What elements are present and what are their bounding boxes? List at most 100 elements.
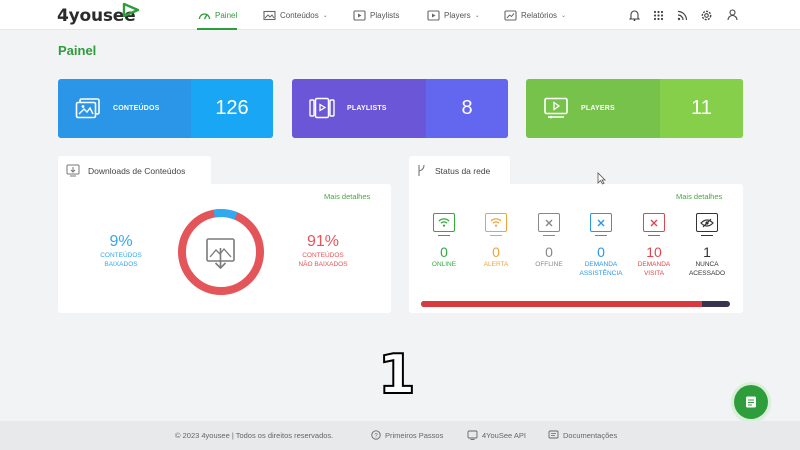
x-monitor-icon bbox=[643, 213, 665, 236]
network-status-bar bbox=[421, 301, 730, 307]
network-status-item[interactable]: 1 NUNCA ACESSADO bbox=[684, 213, 730, 278]
network-status-label-line1: DEMANDA bbox=[584, 261, 618, 268]
top-navbar: 4yousee Painel Conteúdos ⌄ Playlists Pla… bbox=[0, 0, 800, 30]
images-icon bbox=[262, 8, 276, 22]
chevron-down-icon: ⌄ bbox=[474, 12, 480, 19]
stat-value: 8 bbox=[426, 79, 508, 138]
downloaded-percent: 9% bbox=[109, 233, 133, 250]
stat-card-playlists[interactable]: PLAYLISTS 8 bbox=[292, 79, 508, 138]
stat-value: 126 bbox=[191, 79, 273, 138]
player-icon bbox=[426, 8, 440, 22]
chart-icon bbox=[503, 8, 517, 22]
network-status-bar-red bbox=[421, 301, 702, 307]
not-downloaded-percent: 91% bbox=[306, 233, 340, 250]
notes-fab-button[interactable] bbox=[734, 385, 768, 419]
download-image-icon bbox=[206, 238, 235, 270]
not-downloaded-label-line1: CONTEÚDOS bbox=[302, 252, 344, 259]
network-status-item[interactable]: 0 DEMANDA ASSISTÊNCIA bbox=[578, 213, 624, 278]
network-status-count: 10 bbox=[646, 244, 662, 260]
gear-icon[interactable] bbox=[699, 8, 713, 22]
network-status-label-line2: ASSISTÊNCIA bbox=[579, 270, 623, 277]
nav-playlists[interactable]: Playlists bbox=[352, 0, 399, 30]
playlist-icon bbox=[309, 97, 335, 121]
logo-play-icon bbox=[122, 3, 140, 17]
bell-icon[interactable] bbox=[627, 8, 641, 22]
images-icon bbox=[75, 97, 101, 121]
network-status-count: 0 bbox=[492, 244, 500, 260]
nav-playlists-label: Playlists bbox=[370, 10, 400, 20]
network-status-item[interactable]: 0 ONLINE bbox=[421, 213, 467, 269]
downloads-panel-tab: Downloads de Conteúdos bbox=[58, 156, 211, 186]
nav-relatorios[interactable]: Relatórios ⌄ bbox=[503, 0, 566, 30]
downloads-donut-chart bbox=[178, 209, 264, 295]
footer: © 2023 4yousee | Todos os direitos reser… bbox=[0, 421, 800, 450]
help-icon: ? bbox=[371, 430, 381, 440]
nav-relatorios-label: Relatórios bbox=[521, 10, 558, 20]
overlay-step-number: 1 bbox=[377, 342, 417, 407]
footer-link-label: Primeiros Passos bbox=[385, 430, 444, 440]
network-status-item[interactable]: 0 ALERTA bbox=[473, 213, 519, 269]
footer-link-api[interactable]: 4YouSee API bbox=[467, 430, 526, 440]
downloads-title: Downloads de Conteúdos bbox=[88, 166, 186, 176]
apps-grid-icon[interactable] bbox=[651, 8, 665, 22]
stat-label: PLAYLISTS bbox=[347, 105, 387, 112]
downloads-more-details-link[interactable]: Mais detalhes bbox=[324, 192, 370, 201]
page-title: Painel bbox=[58, 43, 97, 58]
network-status-label-line1: NUNCA bbox=[695, 261, 719, 268]
docs-icon bbox=[548, 430, 559, 439]
footer-link-label: Documentações bbox=[563, 430, 618, 440]
stat-value: 11 bbox=[660, 79, 743, 138]
footer-link-documentacoes[interactable]: Documentações bbox=[548, 430, 617, 440]
footer-link-label: 4YouSee API bbox=[482, 430, 526, 440]
network-status-item[interactable]: 0 OFFLINE bbox=[526, 213, 572, 269]
stat-label: CONTEÚDOS bbox=[113, 105, 160, 112]
not-downloaded-label-line2: NÃO BAIXADOS bbox=[298, 261, 348, 268]
nav-players[interactable]: Players ⌄ bbox=[426, 0, 480, 30]
downloaded-label-line1: CONTEÚDOS bbox=[100, 252, 142, 259]
network-more-details-link[interactable]: Mais detalhes bbox=[676, 192, 722, 201]
network-status-label-line2: VISITA bbox=[643, 270, 665, 277]
nav-painel-label: Painel bbox=[215, 10, 238, 20]
x-monitor-icon bbox=[538, 213, 560, 236]
downloaded-stat: 9% CONTEÚDOS BAIXADOS bbox=[88, 233, 154, 269]
nav-conteudos[interactable]: Conteúdos ⌄ bbox=[262, 0, 328, 30]
network-status-count: 1 bbox=[703, 244, 711, 260]
wifi-monitor-icon bbox=[485, 213, 507, 236]
nav-players-label: Players bbox=[444, 10, 471, 20]
network-status-count: 0 bbox=[597, 244, 605, 260]
nav-conteudos-label: Conteúdos bbox=[280, 10, 319, 20]
nav-painel[interactable]: Painel bbox=[197, 0, 238, 30]
downloaded-label-line2: BAIXADOS bbox=[104, 261, 138, 268]
download-monitor-icon bbox=[66, 164, 80, 179]
api-icon bbox=[467, 430, 478, 440]
footer-copyright: © 2023 4yousee | Todos os direitos reser… bbox=[175, 431, 334, 440]
network-status-label-line2: ACESSADO bbox=[688, 270, 726, 277]
stat-card-conteudos[interactable]: CONTEÚDOS 126 bbox=[58, 79, 273, 138]
playlist-icon bbox=[352, 8, 366, 22]
network-status-count: 0 bbox=[440, 244, 448, 260]
branch-icon bbox=[417, 164, 427, 179]
player-icon bbox=[543, 97, 569, 121]
x-monitor-icon bbox=[590, 213, 612, 236]
wifi-monitor-icon bbox=[433, 213, 455, 236]
network-status-count: 0 bbox=[545, 244, 553, 260]
stat-card-players[interactable]: PLAYERS 11 bbox=[526, 79, 743, 138]
mouse-cursor-icon bbox=[597, 172, 606, 185]
not-downloaded-stat: 91% CONTEÚDOS NÃO BAIXADOS bbox=[290, 233, 356, 269]
network-status-label-line1: ALERTA bbox=[483, 261, 509, 268]
chevron-down-icon: ⌄ bbox=[322, 12, 328, 19]
network-status-item[interactable]: 10 DEMANDA VISITA bbox=[631, 213, 677, 278]
user-icon[interactable] bbox=[725, 8, 739, 22]
network-status-label-line1: OFFLINE bbox=[535, 261, 563, 268]
network-status-label-line1: ONLINE bbox=[431, 261, 457, 268]
chevron-down-icon: ⌄ bbox=[561, 12, 567, 19]
network-panel-tab: Status da rede bbox=[409, 156, 510, 186]
gauge-icon bbox=[197, 8, 211, 22]
network-title: Status da rede bbox=[435, 166, 491, 176]
note-icon bbox=[746, 396, 756, 408]
stat-label: PLAYERS bbox=[581, 105, 615, 112]
network-status-label-line1: DEMANDA bbox=[637, 261, 671, 268]
hidden-eye-monitor-icon bbox=[696, 213, 718, 236]
footer-link-primeiros-passos[interactable]: ? Primeiros Passos bbox=[371, 430, 443, 440]
rss-icon[interactable] bbox=[675, 8, 689, 22]
